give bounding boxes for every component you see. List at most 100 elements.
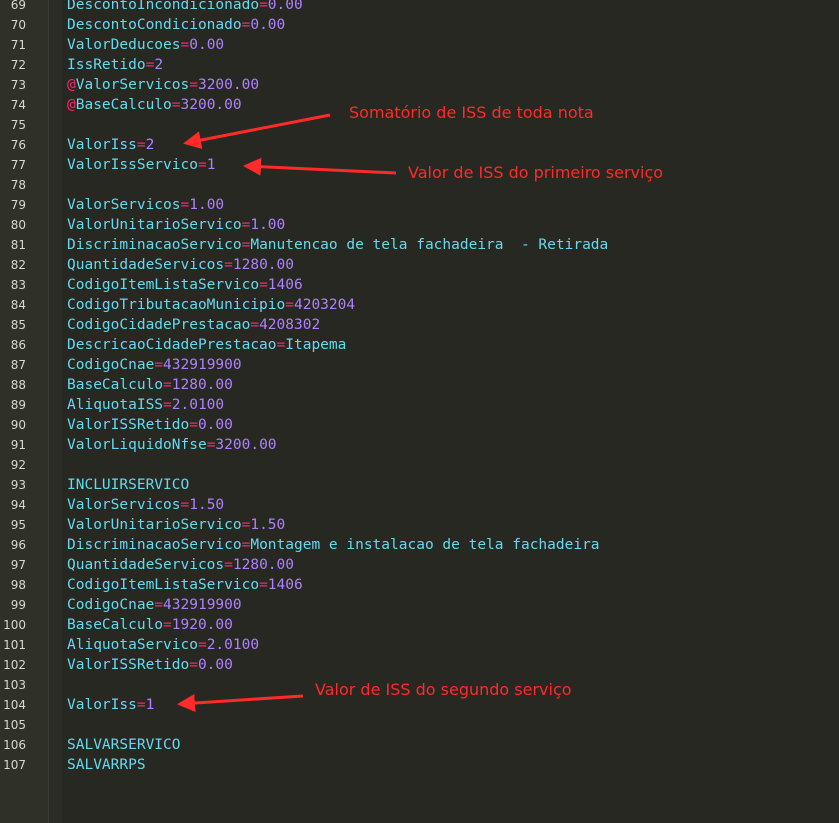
line-text: ValorIssServico=1 <box>67 155 215 175</box>
line-operator: = <box>154 357 164 373</box>
line-text: @BaseCalculo=3200.00 <box>67 95 242 115</box>
line-number: 107 <box>3 758 26 772</box>
line-value: 3200.00 <box>197 77 260 93</box>
line-number: 103 <box>3 678 26 692</box>
line-key: QuantidadeServicos <box>67 257 225 273</box>
code-line[interactable]: 82 QuantidadeServicos=1280.00 <box>0 255 839 275</box>
code-line[interactable]: 99 CodigoCnae=432919900 <box>0 595 839 615</box>
line-operator: = <box>136 137 146 153</box>
code-line[interactable]: 69 DescontoIncondicionado=0.00 <box>0 0 839 15</box>
line-text: ValorIss=2 <box>67 135 154 155</box>
line-number: 70 <box>10 18 26 32</box>
line-operator: = <box>285 297 294 313</box>
line-text: INCLUIRSERVICO <box>67 475 189 495</box>
code-line[interactable]: 78 <box>0 175 839 195</box>
line-number: 85 <box>10 318 26 332</box>
code-line[interactable]: 86 DescricaoCidadePrestacao=Itapema <box>0 335 839 355</box>
code-line[interactable]: 93 INCLUIRSERVICO <box>0 475 839 495</box>
code-line[interactable]: 103 <box>0 675 839 695</box>
line-text: DiscriminacaoServico=Montagem e instalac… <box>67 535 600 555</box>
code-line[interactable]: 94 ValorServicos=1.50 <box>0 495 839 515</box>
code-line[interactable]: 105 <box>0 715 839 735</box>
line-key: ValorLiquidoNfse <box>67 437 207 453</box>
line-value: 0.00 <box>250 17 286 33</box>
code-line[interactable]: 100 BaseCalculo=1920.00 <box>0 615 839 635</box>
line-operator: = <box>197 637 207 653</box>
line-operator: = <box>224 557 233 573</box>
line-key: ValorIss <box>67 697 137 713</box>
code-line[interactable]: 97 QuantidadeServicos=1280.00 <box>0 555 839 575</box>
code-line[interactable]: 95 ValorUnitarioServico=1.50 <box>0 515 839 535</box>
line-operator: = <box>163 617 172 633</box>
code-line[interactable]: 102 ValorISSRetido=0.00 <box>0 655 839 675</box>
line-text: IssRetido=2 <box>67 55 163 75</box>
code-line[interactable]: 71 ValorDeducoes=0.00 <box>0 35 839 55</box>
code-editor[interactable]: 69 DescontoIncondicionado=0.00 70 DescontoC… <box>0 0 839 823</box>
code-line[interactable]: 81 DiscriminacaoServico=Manutencao de tel… <box>0 235 839 255</box>
line-prefix: @ <box>67 77 76 93</box>
line-value: 3200.00 <box>180 97 242 113</box>
line-number: 91 <box>10 438 26 452</box>
code-line[interactable]: 73 @ValorServicos=3200.00 <box>0 75 839 95</box>
line-key: DescricaoCidadePrestacao <box>67 337 277 353</box>
line-value: 0.00 <box>267 0 303 13</box>
code-line[interactable]: 106 SALVARSERVICO <box>0 735 839 755</box>
code-area[interactable]: 69 DescontoIncondicionado=0.00 70 DescontoC… <box>0 0 839 775</box>
code-line[interactable]: 75 <box>0 115 839 135</box>
code-line[interactable]: 74 @BaseCalculo=3200.00 <box>0 95 839 115</box>
line-value: 0.00 <box>197 417 233 433</box>
line-value: 2 <box>145 137 155 153</box>
code-line[interactable]: 80 ValorUnitarioServico=1.00 <box>0 215 839 235</box>
code-line[interactable]: 104 ValorIss=1 <box>0 695 839 715</box>
line-text: ValorUnitarioServico=1.50 <box>67 515 285 535</box>
line-key: ValorServicos <box>67 197 181 213</box>
line-text: DescontoIncondicionado=0.00 <box>67 0 303 15</box>
code-line[interactable]: 88 BaseCalculo=1280.00 <box>0 375 839 395</box>
line-value: 1.00 <box>189 197 225 213</box>
line-text: QuantidadeServicos=1280.00 <box>67 255 294 275</box>
line-value: 1406 <box>267 577 303 593</box>
code-line[interactable]: 84 CodigoTributacaoMunicipio=4203204 <box>0 295 839 315</box>
line-value: 1280.00 <box>171 377 233 393</box>
code-line[interactable]: 107 SALVARRPS <box>0 755 839 775</box>
line-number: 79 <box>10 198 26 212</box>
line-key: BaseCalculo <box>67 377 164 393</box>
line-key: ValorIssServico <box>67 157 198 173</box>
line-number: 86 <box>10 338 26 352</box>
line-number: 73 <box>10 78 26 92</box>
code-line[interactable]: 89 AliquotaISS=2.0100 <box>0 395 839 415</box>
code-line[interactable]: 87 CodigoCnae=432919900 <box>0 355 839 375</box>
code-line[interactable]: 76 ValorIss=2 <box>0 135 839 155</box>
line-key: ValorUnitarioServico <box>67 217 242 233</box>
code-line[interactable]: 72 IssRetido=2 <box>0 55 839 75</box>
line-number: 83 <box>10 278 26 292</box>
code-line[interactable]: 83 CodigoItemListaServico=1406 <box>0 275 839 295</box>
line-value: 1406 <box>267 277 303 293</box>
line-value: 1920.00 <box>171 617 233 633</box>
line-number: 87 <box>10 358 26 372</box>
line-operator: = <box>189 77 198 93</box>
line-key: IssRetido <box>67 57 146 73</box>
code-line[interactable]: 79 ValorServicos=1.00 <box>0 195 839 215</box>
line-operator: = <box>189 417 198 433</box>
code-line[interactable]: 85 CodigoCidadePrestacao=4208302 <box>0 315 839 335</box>
line-number: 81 <box>10 238 26 252</box>
code-line[interactable]: 96 DiscriminacaoServico=Montagem e instal… <box>0 535 839 555</box>
code-line[interactable]: 70 DescontoCondicionado=0.00 <box>0 15 839 35</box>
code-line[interactable]: 77 ValorIssServico=1 <box>0 155 839 175</box>
code-line[interactable]: 90 ValorISSRetido=0.00 <box>0 415 839 435</box>
line-text: CodigoCidadePrestacao=4208302 <box>67 315 320 335</box>
line-number: 93 <box>10 478 26 492</box>
line-prefix: @ <box>67 97 76 113</box>
line-value: 2.0100 <box>206 637 260 653</box>
line-text: DescricaoCidadePrestacao=Itapema <box>67 335 346 355</box>
line-operator: = <box>224 257 233 273</box>
line-value: 1.50 <box>189 497 225 513</box>
code-line[interactable]: 92 <box>0 455 839 475</box>
line-text: ValorIss=1 <box>67 695 154 715</box>
code-line[interactable]: 91 ValorLiquidoNfse=3200.00 <box>0 435 839 455</box>
code-line[interactable]: 98 CodigoItemListaServico=1406 <box>0 575 839 595</box>
line-text: CodigoItemListaServico=1406 <box>67 575 303 595</box>
code-line[interactable]: 101 AliquotaServico=2.0100 <box>0 635 839 655</box>
line-operator: = <box>180 497 190 513</box>
